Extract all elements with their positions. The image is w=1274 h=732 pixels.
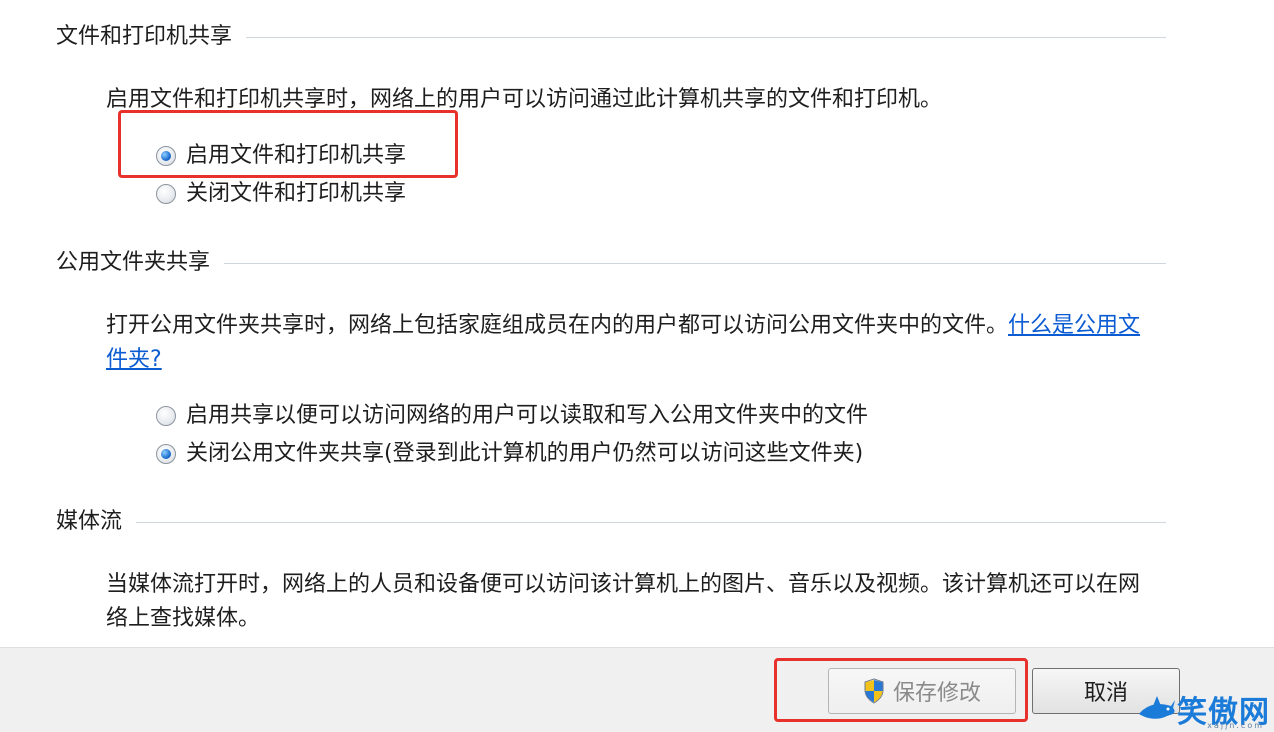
save-changes-label: 保存修改 bbox=[892, 681, 981, 706]
radio-button-selected[interactable] bbox=[156, 146, 176, 166]
cancel-label: 取消 bbox=[1083, 681, 1128, 706]
media-streaming-description: 当媒体流打开时，网络上的人员和设备便可以访问该计算机上的图片、音乐以及视频。该计… bbox=[106, 572, 1141, 631]
radio-button-selected[interactable] bbox=[156, 444, 176, 464]
section-title-file-printer: 文件和打印机共享 bbox=[56, 24, 233, 49]
radio-disable-public-folder-sharing[interactable]: 关闭公用文件夹共享(登录到此计算机的用户仍然可以访问这些文件夹) bbox=[156, 440, 863, 468]
section-header-public-folder: 公用文件夹共享 bbox=[56, 249, 1166, 277]
radio-label: 关闭公用文件夹共享(登录到此计算机的用户仍然可以访问这些文件夹) bbox=[186, 441, 864, 466]
sharing-settings-page: 文件和打印机共享 启用文件和打印机共享时，网络上的用户可以访问通过此计算机共享的… bbox=[0, 0, 1274, 732]
section-divider bbox=[246, 36, 1166, 38]
watermark-url: xajjn.com bbox=[1207, 721, 1264, 730]
section-header-media-streaming: 媒体流 bbox=[56, 508, 1166, 536]
section-title-public-folder: 公用文件夹共享 bbox=[56, 250, 211, 275]
uac-shield-icon bbox=[864, 678, 884, 704]
section-divider bbox=[136, 521, 1166, 523]
section-header-file-printer: 文件和打印机共享 bbox=[56, 23, 1166, 51]
radio-enable-file-printer-sharing[interactable]: 启用文件和打印机共享 bbox=[156, 142, 406, 170]
dialog-footer: 保存修改 取消 bbox=[0, 647, 1274, 732]
radio-enable-public-folder-sharing[interactable]: 启用共享以便可以访问网络的用户可以读取和写入公用文件夹中的文件 bbox=[156, 402, 868, 430]
radio-disable-file-printer-sharing[interactable]: 关闭文件和打印机共享 bbox=[156, 180, 406, 208]
save-changes-button[interactable]: 保存修改 bbox=[828, 668, 1016, 714]
site-watermark: 笑傲网 xajjn.com bbox=[1137, 694, 1270, 730]
public-folder-description: 打开公用文件夹共享时，网络上包括家庭组成员在内的用户都可以访问公用文件夹中的文件… bbox=[106, 309, 1146, 377]
shark-logo-icon bbox=[1139, 696, 1175, 719]
section-divider bbox=[224, 262, 1166, 264]
radio-label: 启用共享以便可以访问网络的用户可以读取和写入公用文件夹中的文件 bbox=[186, 403, 869, 428]
file-printer-description: 启用文件和打印机共享时，网络上的用户可以访问通过此计算机共享的文件和打印机。 bbox=[106, 87, 943, 112]
radio-label: 关闭文件和打印机共享 bbox=[186, 181, 407, 206]
section-title-media-streaming: 媒体流 bbox=[56, 509, 123, 534]
public-folder-description-text: 打开公用文件夹共享时，网络上包括家庭组成员在内的用户都可以访问公用文件夹中的文件… bbox=[106, 313, 1009, 338]
radio-button[interactable] bbox=[156, 406, 176, 426]
radio-label: 启用文件和打印机共享 bbox=[186, 143, 407, 168]
radio-button[interactable] bbox=[156, 184, 176, 204]
